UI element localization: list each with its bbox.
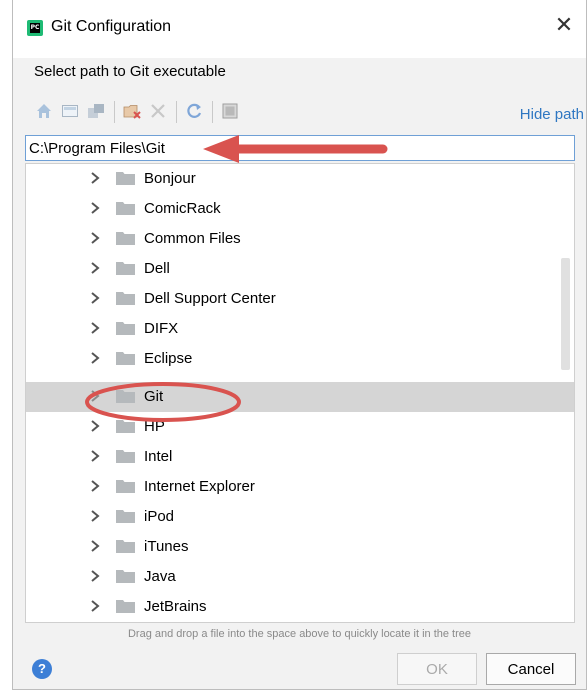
folder-icon <box>116 202 135 215</box>
tree-row[interactable]: Dell <box>26 254 574 284</box>
project-icon[interactable] <box>87 102 105 120</box>
chevron-right-icon[interactable] <box>88 479 102 493</box>
chevron-right-icon[interactable] <box>88 569 102 583</box>
dialog-description: Select path to Git executable <box>34 63 226 80</box>
chevron-right-icon[interactable] <box>88 539 102 553</box>
chevron-right-icon[interactable] <box>88 171 102 185</box>
tree-row-label: Eclipse <box>144 350 193 367</box>
tree-row[interactable]: JetBrains <box>26 592 574 622</box>
tree-row[interactable]: Intel <box>26 442 574 472</box>
close-button[interactable]: ✕ <box>552 14 576 38</box>
help-icon: ? <box>38 661 46 676</box>
tree-row[interactable]: DIFX <box>26 314 574 344</box>
tree-row-label: Dell <box>144 260 170 277</box>
folder-icon <box>116 352 135 365</box>
tree-row-label: DIFX <box>144 320 179 337</box>
annotation-ellipse <box>85 382 241 422</box>
tree-row-label: ComicRack <box>144 200 221 217</box>
toolbar-separator <box>212 101 213 123</box>
chevron-right-icon[interactable] <box>88 261 102 275</box>
chevron-right-icon[interactable] <box>88 449 102 463</box>
new-folder-icon[interactable] <box>123 102 141 120</box>
folder-icon <box>116 232 135 245</box>
window-title: Git Configuration <box>51 18 172 35</box>
delete-icon[interactable] <box>149 102 167 120</box>
tree-row-label: Java <box>144 568 176 585</box>
tree-row-label: iTunes <box>144 538 189 555</box>
app-icon-text: PC <box>30 23 40 33</box>
title-bar: PC Git Configuration ✕ <box>13 0 586 58</box>
folder-icon <box>116 292 135 305</box>
folder-icon <box>116 172 135 185</box>
folder-icon <box>116 262 135 275</box>
desktop-icon[interactable] <box>61 102 79 120</box>
toolbar-separator <box>176 101 177 123</box>
tree-row[interactable]: iTunes <box>26 532 574 562</box>
folder-icon <box>116 570 135 583</box>
tree-row[interactable]: Dell Support Center <box>26 284 574 314</box>
toolbar: Hide path <box>13 92 586 132</box>
pycharm-app-icon: PC <box>27 20 43 36</box>
chevron-right-icon[interactable] <box>88 231 102 245</box>
tree-row-label: JetBrains <box>144 598 207 615</box>
folder-icon <box>116 600 135 613</box>
tree-row[interactable]: Internet Explorer <box>26 472 574 502</box>
folder-icon <box>116 322 135 335</box>
chevron-right-icon[interactable] <box>88 291 102 305</box>
toolbar-separator <box>114 101 115 123</box>
cancel-button[interactable]: Cancel <box>486 653 576 685</box>
chevron-right-icon[interactable] <box>88 201 102 215</box>
tree-row-label: Intel <box>144 448 173 465</box>
tree-row[interactable]: iPod <box>26 502 574 532</box>
tree-row[interactable]: Common Files <box>26 224 574 254</box>
close-icon: ✕ <box>554 13 574 38</box>
tree-row-label: Internet Explorer <box>144 478 255 495</box>
refresh-icon[interactable] <box>185 102 203 120</box>
tree-row-label: Bonjour <box>144 170 196 187</box>
chevron-right-icon[interactable] <box>88 321 102 335</box>
hide-path-link[interactable]: Hide path <box>520 106 584 123</box>
tree-row[interactable]: Java <box>26 562 574 592</box>
tree-row-label: Common Files <box>144 230 241 247</box>
home-icon[interactable] <box>35 102 53 120</box>
folder-icon <box>116 480 135 493</box>
chevron-right-icon[interactable] <box>88 509 102 523</box>
tree-row-label: Dell Support Center <box>144 290 276 307</box>
chevron-right-icon[interactable] <box>88 351 102 365</box>
chevron-right-icon[interactable] <box>88 599 102 613</box>
tree-row-label: iPod <box>144 508 175 525</box>
ok-button[interactable]: OK <box>397 653 477 685</box>
tree-row[interactable]: Bonjour <box>26 164 574 194</box>
drag-drop-hint: Drag and drop a file into the space abov… <box>127 628 472 640</box>
show-hidden-icon[interactable] <box>221 102 239 120</box>
folder-icon <box>116 510 135 523</box>
tree-scrollbar[interactable] <box>561 258 570 370</box>
git-configuration-dialog: PC Git Configuration ✕ Select path to Gi… <box>12 0 587 690</box>
folder-icon <box>116 450 135 463</box>
tree-row[interactable]: ComicRack <box>26 194 574 224</box>
annotation-arrow <box>203 135 388 163</box>
folder-icon <box>116 540 135 553</box>
tree-row[interactable]: Eclipse <box>26 344 574 374</box>
help-button[interactable]: ? <box>32 659 52 679</box>
